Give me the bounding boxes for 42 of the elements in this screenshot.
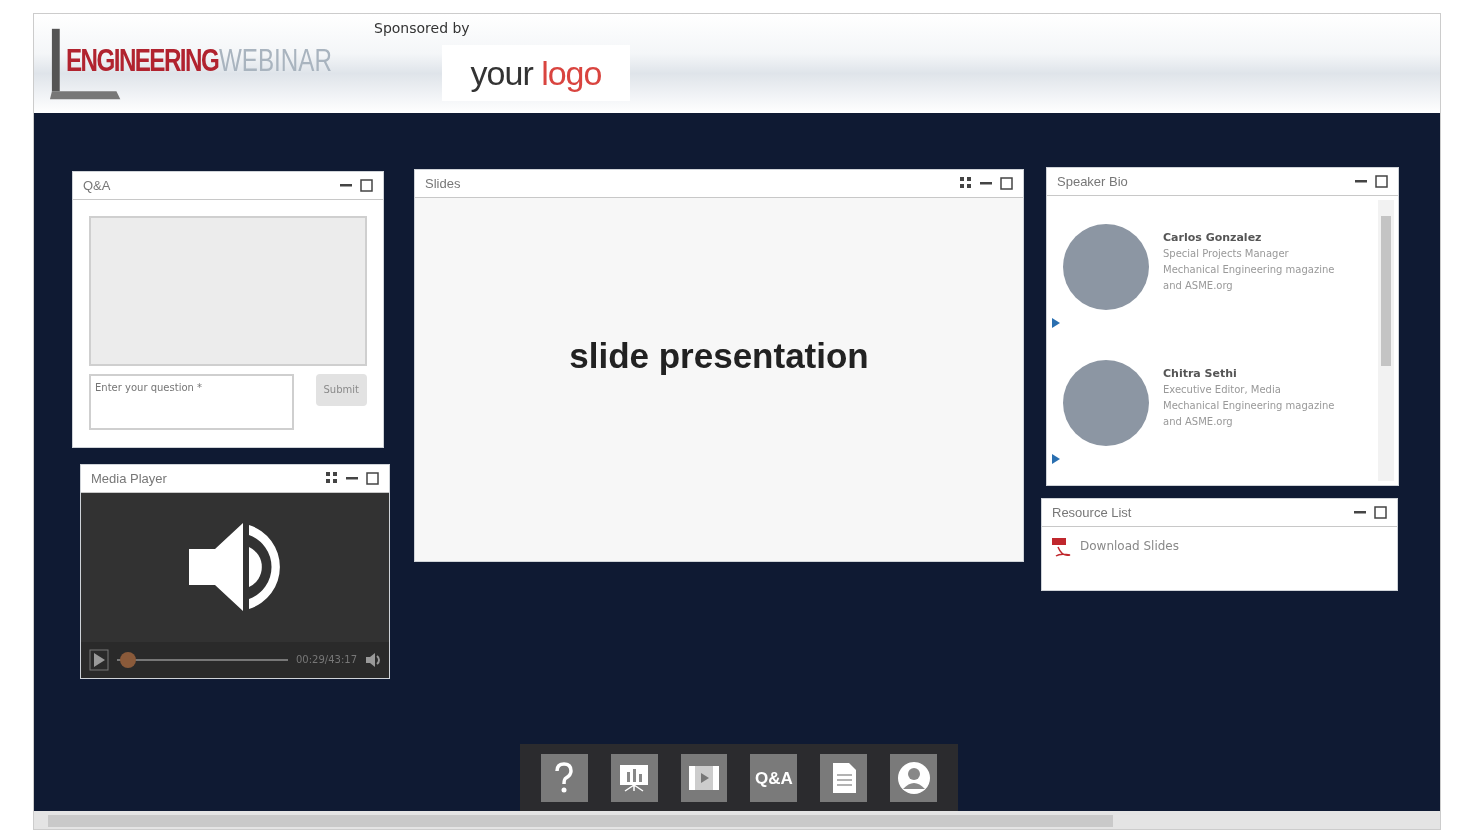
speaker-name: Carlos Gonzalez: [1163, 229, 1263, 246]
qa-button[interactable]: Q&A: [750, 754, 798, 803]
time-display: 00:29/43:17: [296, 653, 357, 668]
panel-title: Q&A: [83, 176, 111, 195]
speaker-detail: Mechanical Engineering magazine: [1163, 263, 1335, 278]
grip-icon[interactable]: [960, 177, 972, 190]
brand-title: ENGINEERING: [66, 41, 219, 80]
volume-icon[interactable]: [365, 652, 381, 667]
document-button[interactable]: [820, 754, 868, 803]
speaker-detail: Mechanical Engineering magazine: [1163, 399, 1335, 414]
sponsor-logo: your logo: [442, 45, 630, 101]
brand-subtitle: WEBINAR: [219, 41, 333, 80]
maximize-icon[interactable]: [1375, 174, 1388, 188]
speaker-detail: and ASME.org: [1163, 415, 1234, 430]
vertical-scrollbar[interactable]: [1378, 199, 1394, 481]
slide-text: slide presentation: [569, 335, 869, 377]
panel-title: Media Player: [91, 469, 167, 488]
slides-button[interactable]: [610, 754, 658, 803]
speaker-detail: Executive Editor, Media: [1163, 383, 1282, 398]
speaker-detail: and ASME.org: [1163, 279, 1234, 294]
maximize-icon[interactable]: [1374, 505, 1387, 519]
expand-arrow-icon[interactable]: [1052, 317, 1060, 328]
speaker-name: Chitra Sethi: [1163, 365, 1238, 382]
maximize-icon[interactable]: [360, 178, 373, 192]
speaker-detail: Special Projects Manager: [1163, 247, 1290, 262]
sponsored-label: Sponsored by: [374, 19, 471, 38]
play-icon[interactable]: [89, 648, 109, 671]
expand-arrow-icon[interactable]: [1052, 453, 1060, 464]
maximize-icon[interactable]: [1000, 176, 1013, 190]
help-button[interactable]: [541, 754, 588, 803]
resource-link[interactable]: Download Slides: [1050, 534, 1179, 557]
help-icon: [554, 762, 575, 795]
maximize-icon[interactable]: [366, 471, 379, 485]
horizontal-scrollbar[interactable]: [34, 811, 1440, 829]
panel-title: Resource List: [1052, 503, 1132, 522]
profile-button[interactable]: [890, 754, 937, 803]
panel-title: Speaker Bio: [1057, 172, 1128, 191]
panel-title: Slides: [425, 174, 461, 193]
video-button[interactable]: [680, 754, 728, 803]
question-field[interactable]: Enter your question *: [89, 373, 294, 430]
progress-thumb[interactable]: [120, 651, 137, 668]
grip-icon[interactable]: [326, 472, 338, 485]
